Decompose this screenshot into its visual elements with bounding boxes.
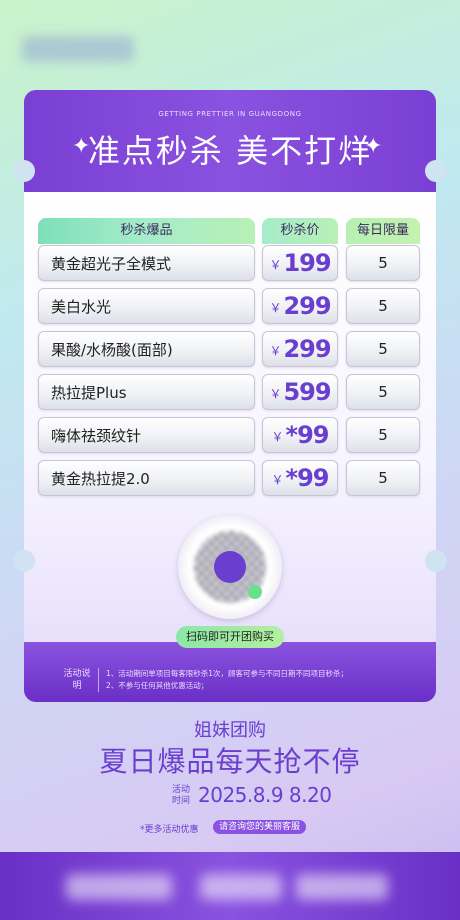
consult-badge[interactable]: 请咨询您的美丽客服 [213,820,307,834]
item-name: 热拉提Plus [38,374,255,410]
item-name: 果酸/水杨酸(面部) [38,331,255,367]
item-limit: 5 [346,245,420,281]
item-price: ￥ 599 [262,374,338,410]
item-limit: 5 [346,331,420,367]
price-value: 299 [283,335,331,363]
blurred-contact-info [296,874,388,900]
price-value: 299 [283,292,331,320]
promo-subheading: 姐妹团购 [194,720,266,741]
blurred-contact-info [66,874,172,900]
price-value: 199 [283,249,331,277]
item-name: 嗨体祛颈纹针 [38,417,255,453]
column-header-name: 秒杀爆品 [38,218,255,244]
currency-symbol: ￥ [269,257,282,272]
item-price: ￥ 299 [262,288,338,324]
table-row: 嗨体祛颈纹针 ￥ *99 5 [38,417,420,453]
table-row: 黄金热拉提2.0 ￥ *99 5 [38,460,420,496]
rules-list: 1、活动期间单项目每客限秒杀1次，顾客可参与不同日期不同项目秒杀； 2、不参与任… [106,668,426,692]
item-limit: 5 [346,374,420,410]
blurred-contact-info [200,874,282,900]
four-point-star-icon: ✦ [364,134,383,159]
table-row: 美白水光 ￥ 299 5 [38,288,420,324]
qr-badge [248,585,262,599]
currency-symbol: ￥ [269,343,282,358]
item-price: ￥ 299 [262,331,338,367]
item-price: ￥ 199 [262,245,338,281]
currency-symbol: ￥ [269,386,282,401]
item-name: 美白水光 [38,288,255,324]
more-offers-text: *更多活动优惠 [140,825,199,835]
brand-logo [22,36,134,62]
rules-label: 活动说明 [63,669,91,691]
price-value: 599 [283,378,331,406]
price-value: *99 [285,421,330,449]
table-row: 黄金超光子全模式 ￥ 199 5 [38,245,420,281]
divider [98,668,99,692]
scan-to-buy-button[interactable]: 扫码即可开团购买 [176,626,284,648]
currency-symbol: ￥ [269,300,282,315]
bottom-bar [0,852,460,920]
item-name: 黄金热拉提2.0 [38,460,255,496]
item-limit: 5 [346,288,420,324]
qr-code[interactable] [178,515,282,619]
ticket-notch [425,550,447,572]
item-limit: 5 [346,460,420,496]
table-row: 果酸/水杨酸(面部) ￥ 299 5 [38,331,420,367]
column-header-limit: 每日限量 [346,218,420,244]
item-price: ￥ *99 [262,417,338,453]
subtitle-en: GETTING PRETTIER IN GUANGDONG [158,110,302,118]
currency-symbol: ￥ [271,472,284,487]
qr-logo [214,551,246,583]
date-label: 活动时间 [171,785,190,806]
rule-item: 1、活动期间单项目每客限秒杀1次，顾客可参与不同日期不同项目秒杀； [106,669,349,678]
table-row: 热拉提Plus ￥ 599 5 [38,374,420,410]
column-header-price: 秒杀价 [262,218,338,244]
item-price: ￥ *99 [262,460,338,496]
ticket-notch [13,550,35,572]
item-name: 黄金超光子全模式 [38,245,255,281]
currency-symbol: ￥ [271,429,284,444]
rule-item: 2、不参与任何其他优惠活动； [106,681,209,690]
event-date: 2025.8.9 8.20 [198,783,332,807]
promo-card: GETTING PRETTIER IN GUANGDONG ✦ 准点秒杀 美不打… [13,90,447,702]
price-value: *99 [285,464,330,492]
promo-heading: 夏日爆品每天抢不停 [99,745,361,778]
item-limit: 5 [346,417,420,453]
